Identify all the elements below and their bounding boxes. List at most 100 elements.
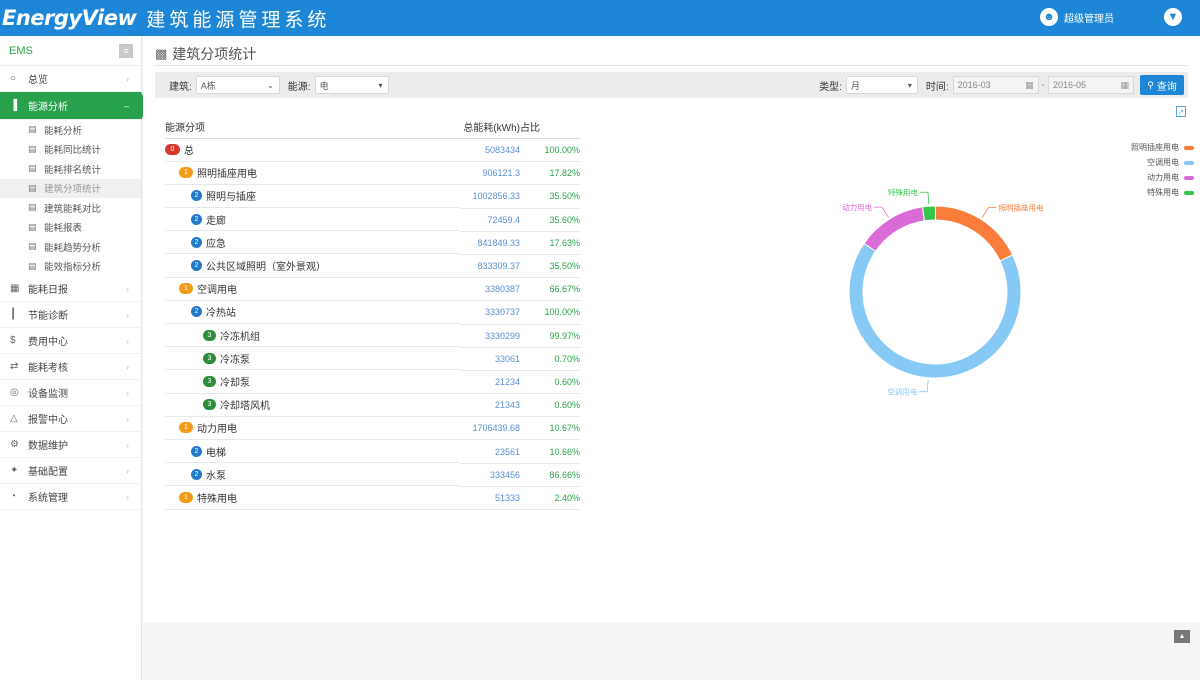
sidebar-item[interactable]: ○ 总览 › (0, 66, 141, 92)
sidebar-item[interactable]: ◎ 设备监测 › (0, 380, 141, 406)
donut-slice-2[interactable] (863, 206, 926, 252)
user-name: 超级管理员 (1064, 13, 1114, 25)
legend-swatch (1184, 175, 1194, 180)
footer: ▲ (142, 622, 1200, 680)
sidebar-subitem[interactable]: ▤ 能效指标分析 (0, 257, 141, 277)
row-name: 空调用电 (197, 285, 237, 297)
table-row[interactable]: 2 冷热站 3330737 100.00% (165, 300, 580, 325)
sidebar-item[interactable]: ▐ 能源分析 – (0, 92, 148, 120)
sidebar-item[interactable]: ▦ 能耗日报 › (0, 276, 141, 302)
row-value: 23561 (460, 439, 520, 464)
level-badge: 2 (191, 468, 202, 480)
sidebar-item[interactable]: ⚙ 数据维护 › (0, 432, 141, 458)
sidebar-subitem-label: 能耗趋势分析 (44, 242, 102, 254)
collapse-icon[interactable]: ≡ (119, 44, 133, 58)
chevron-down-icon: ⌄ (267, 80, 274, 90)
sidebar-subitem-label: 能耗报表 (44, 223, 83, 235)
row-name-cell: 0总 (165, 139, 460, 162)
type-select[interactable]: 月 ▾ (845, 76, 918, 94)
sidebar-item[interactable]: ✦ 基础配置 › (0, 458, 141, 484)
export-icon[interactable]: ↗ (1176, 106, 1186, 117)
sidebar-item[interactable]: ◔ 系统管理 › (0, 484, 141, 510)
end-date-value: 2016-05 (1053, 80, 1087, 90)
table-row[interactable]: 1 照明插座用电 906121.3 17.82% (165, 161, 580, 186)
energy-tree-table: 能源分项 总能耗(kWh) 占比 0 总 5083434 100.00% 1 照明插座用电… (165, 115, 580, 511)
row-pct: 10.66% (520, 439, 580, 464)
col-header-name: 能源分项 (165, 115, 460, 139)
table-row[interactable]: 3 冷冻泵 33061 0.70% (165, 347, 580, 371)
sidebar: EMS ≡ ○ 总览 › ▐ 能源分析 – ▤ 能耗分析 ▤ 能耗同比统计 ▤ 能耗排名统计 ▤ 建筑分项… (0, 36, 148, 680)
start-date-input[interactable]: 2016-03 ▦ (952, 76, 1039, 94)
building-icon: ▐ (10, 100, 18, 111)
subitem-icon: ▤ (28, 182, 37, 193)
sidebar-subitem[interactable]: ▤ 建筑能耗对比 (0, 198, 141, 218)
table-row[interactable]: 1 动力用电 1706439.68 10.67% (165, 416, 580, 441)
chevron-right-icon: › (126, 361, 129, 372)
donut-slice-3[interactable] (921, 205, 936, 222)
subitem-icon: ▤ (28, 260, 37, 271)
level-badge: 2 (191, 213, 202, 225)
subitem-icon: ▤ (28, 202, 37, 213)
level-badge: 2 (191, 260, 202, 272)
sidebar-subitem[interactable]: ▤ 建筑分项统计 (0, 178, 141, 198)
donut-slice-1[interactable] (848, 242, 1022, 379)
circle-icon: ○ (10, 73, 17, 84)
sidebar-item[interactable]: ┃ 节能诊断 › (0, 302, 141, 328)
row-value: 833309.37 (460, 254, 520, 279)
row-name-cell: 2 电梯 (165, 440, 460, 464)
row-value: 3330299 (460, 324, 520, 348)
row-pct: 100.00% (520, 300, 580, 325)
user-menu[interactable]: ☻ 超级管理员 (1040, 8, 1114, 26)
row-pct: 35.60% (520, 208, 580, 232)
device-icon: ◎ (10, 387, 19, 398)
table-row[interactable]: 0 总 5083434 100.00% (165, 138, 580, 163)
sidebar-item-label: 节能诊断 (28, 311, 68, 322)
energy-select[interactable]: 电 ▾ (314, 76, 389, 94)
legend-item[interactable]: 空调用电 (1131, 155, 1194, 170)
chevron-right-icon: › (126, 465, 129, 476)
row-pct: 0.70% (520, 347, 580, 371)
building-select[interactable]: A栋 ⌄ (195, 76, 280, 94)
row-value: 33061 (460, 347, 520, 371)
row-name: 走廊 (206, 215, 226, 227)
sidebar-subitem[interactable]: ▤ 能耗分析 (0, 120, 141, 140)
row-name-cell: 2 公共区域照明（室外景观） (165, 254, 460, 278)
legend-item[interactable]: 动力用电 (1131, 170, 1194, 185)
table-row[interactable]: 2 照明与插座 1002856.33 35.50% (165, 184, 580, 209)
table-row[interactable]: 3 冷冻机组 3330299 99.97% (165, 324, 580, 348)
sidebar-header: EMS ≡ (0, 36, 141, 66)
legend-item[interactable]: 照明插座用电 (1131, 140, 1194, 155)
table-row[interactable]: 2 应急 841849.33 17.63% (165, 231, 580, 255)
table-row[interactable]: 2 公共区域照明（室外景观） 833309.37 35.50% (165, 254, 580, 279)
sidebar-subitem[interactable]: ▤ 能耗排名统计 (0, 159, 141, 179)
table-row[interactable]: 1 特殊用电 51333 2.40% (165, 486, 580, 511)
legend-item[interactable]: 特殊用电 (1131, 185, 1194, 200)
end-date-input[interactable]: 2016-05 ▦ (1048, 76, 1134, 94)
table-row[interactable]: 3 冷却泵 21234 0.60% (165, 370, 580, 395)
up-icon[interactable]: ▲ (1174, 630, 1190, 643)
sidebar-item[interactable]: $ 费用中心 › (0, 328, 141, 354)
sidebar-subitem[interactable]: ▤ 能耗同比统计 (0, 140, 141, 160)
sidebar-item-label: 报警中心 (28, 415, 68, 426)
table-row[interactable]: 2 水泵 333456 86.66% (165, 463, 580, 487)
search-button[interactable]: ⚲ 查询 (1140, 75, 1184, 95)
row-name-cell: 2 冷热站 (165, 301, 460, 324)
legend-label: 动力用电 (1147, 173, 1179, 182)
sidebar-subitem[interactable]: ▤ 能耗报表 (0, 218, 141, 238)
row-name: 照明插座用电 (197, 169, 257, 181)
table-row[interactable]: 3 冷却塔风机 21343 0.60% (165, 393, 580, 418)
sidebar-item[interactable]: △ 报警中心 › (0, 406, 141, 432)
calendar-icon: ▦ (1120, 79, 1129, 90)
level-badge: 2 (191, 236, 202, 248)
table-row[interactable]: 1 空调用电 3380387 66.67% (165, 277, 580, 302)
donut-slice-0[interactable] (934, 205, 1014, 262)
table-row[interactable]: 2 电梯 23561 10.66% (165, 439, 580, 464)
table-row[interactable]: 2 走廊 72459.4 35.60% (165, 208, 580, 232)
system-icon: ◔ (10, 491, 17, 502)
shield-icon[interactable]: ▼ (1164, 8, 1182, 26)
sidebar-item[interactable]: ⇄ 能耗考核 › (0, 354, 141, 380)
sidebar-subitem[interactable]: ▤ 能耗趋势分析 (0, 237, 141, 257)
energy-select-value: 电 (319, 80, 329, 91)
system-title: 建筑能源管理系统 (146, 9, 331, 31)
sidebar-subitem-label: 能耗同比统计 (44, 145, 102, 157)
